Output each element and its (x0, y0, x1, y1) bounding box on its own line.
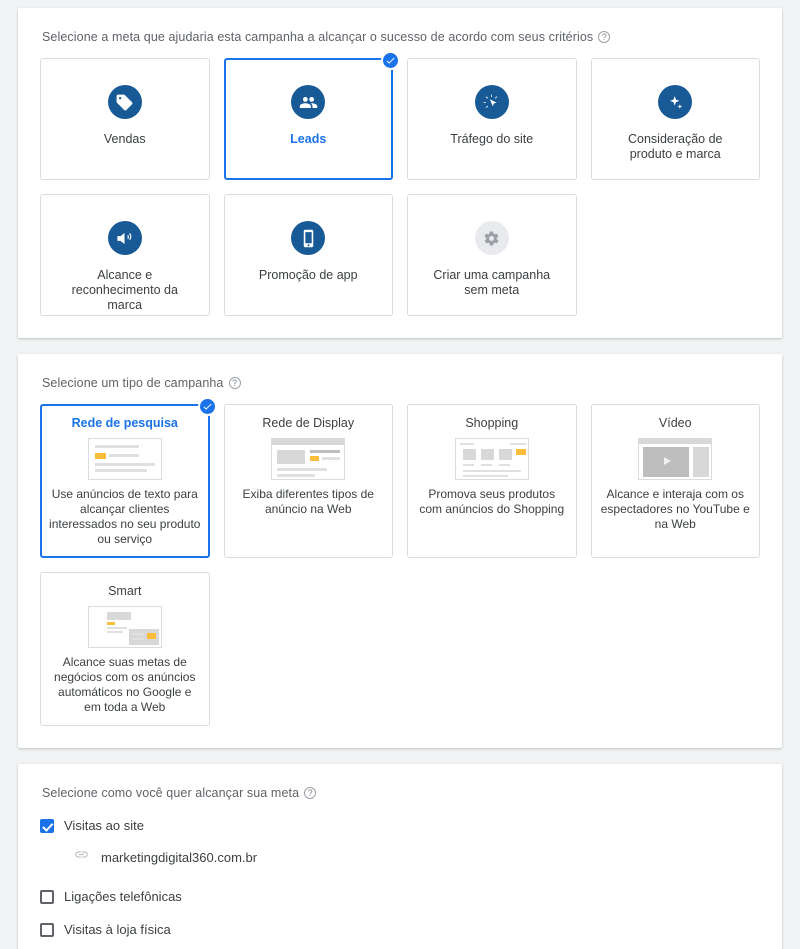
type-card-rede-de-pesquisa[interactable]: Rede de pesquisa Use anúncios de texto p… (40, 397, 217, 558)
type-card-title: Vídeo (658, 416, 692, 430)
app-promotion-mobile-icon (291, 221, 326, 255)
type-card-smart[interactable]: Smart Alcance suas metas de negócios com… (40, 572, 210, 726)
reach-option-group-website: Visitas ao site marketingdigital360.com.… (40, 818, 760, 867)
website-url-row: marketingdigital360.com.br (74, 847, 760, 867)
sales-tag-icon (107, 85, 142, 119)
type-card-title: Rede de pesquisa (71, 416, 178, 430)
goal-card-leads[interactable]: Leads (223, 51, 400, 180)
checkbox-row-visitas-ao-site[interactable]: Visitas ao site (40, 818, 760, 833)
leads-people-icon (291, 85, 326, 119)
campaign-setup-page: Selecione a meta que ajudaria esta campa… (0, 0, 800, 949)
goal-panel: Selecione a meta que ajudaria esta campa… (18, 8, 782, 338)
type-card-description: Use anúncios de texto para alcançar clie… (49, 487, 201, 546)
product-brand-sparkle-icon (658, 85, 693, 119)
no-goal-gear-icon (474, 221, 509, 255)
type-card-description: Promova seus produtos com anúncios do Sh… (419, 487, 565, 516)
goal-section-label: Selecione a meta que ajudaria esta campa… (42, 30, 760, 44)
checkbox-visitas-ao-site[interactable] (40, 818, 54, 833)
goal-card-label: Criar uma campanha sem meta (433, 268, 551, 297)
goal-card-label: Vendas (103, 132, 146, 146)
video-play-thumb (638, 438, 713, 480)
campaign-type-panel: Selecione um tipo de campanha Rede de pe… (18, 354, 782, 748)
type-section-label-text: Selecione um tipo de campanha (42, 376, 224, 390)
selected-check-icon (197, 397, 217, 416)
type-section-label: Selecione um tipo de campanha (42, 376, 760, 390)
goal-card-alcance-e-reconhecimento-da-marca[interactable]: Alcance e reconhecimento da marca (40, 194, 210, 316)
type-card-description: Alcance suas metas de negócios com os an… (54, 655, 196, 714)
type-card-title: Shopping (465, 416, 519, 430)
type-card-description: Exiba diferentes tipos de anúncio na Web (242, 487, 374, 516)
type-card-video[interactable]: Vídeo Alcance e interaja com os espectad… (590, 404, 760, 558)
reach-goal-panel: Selecione como você quer alcançar sua me… (18, 764, 782, 949)
brand-awareness-megaphone-icon (107, 221, 142, 255)
smart-layout-thumb (87, 606, 162, 648)
checkbox-row-ligacoes-telefonicas[interactable]: Ligações telefônicas (40, 889, 760, 904)
link-chain-icon (74, 847, 89, 867)
goal-card-label: Tráfego do site (450, 132, 534, 146)
checkbox-row-visitas-a-loja-fisica[interactable]: Visitas à loja física (40, 922, 760, 937)
selected-check-icon (381, 51, 400, 70)
type-card-shopping[interactable]: Shopping Promova seus produtos com anúnc… (407, 404, 577, 558)
checkbox-visitas-a-loja-fisica[interactable] (40, 922, 54, 937)
goal-card-criar-uma-campanha-sem-meta[interactable]: Criar uma campanha sem meta (407, 194, 577, 316)
checkbox-ligacoes-telefonicas[interactable] (40, 889, 54, 904)
website-url-text: marketingdigital360.com.br (101, 849, 258, 865)
goal-card-vendas[interactable]: Vendas (40, 58, 210, 180)
help-circle-icon[interactable] (228, 377, 241, 389)
checkbox-label: Visitas ao site (64, 818, 144, 833)
help-circle-icon[interactable] (304, 787, 317, 799)
goal-card-label: Leads (290, 132, 327, 146)
goal-card-promocao-de-app[interactable]: Promoção de app (223, 194, 393, 316)
search-results-thumb (87, 438, 162, 480)
checkbox-label: Visitas à loja física (64, 922, 171, 937)
website-traffic-cursor-icon (474, 85, 509, 119)
checkbox-label: Ligações telefônicas (64, 889, 182, 904)
display-banner-thumb (271, 438, 346, 480)
goal-card-label: Promoção de app (258, 268, 358, 282)
reach-section-label: Selecione como você quer alcançar sua me… (42, 786, 760, 800)
goal-card-consideracao-de-produto-e-marca[interactable]: Consideração de produto e marca (590, 58, 760, 180)
goal-card-grid: Vendas Leads Tráfego do site Consideraçã… (40, 51, 760, 316)
type-card-rede-de-display[interactable]: Rede de Display Exiba diferentes tipos d… (223, 404, 393, 558)
reach-section-label-text: Selecione como você quer alcançar sua me… (42, 786, 300, 800)
goal-card-label: Consideração de produto e marca (627, 132, 723, 161)
type-card-title: Smart (108, 584, 142, 598)
shopping-grid-thumb (454, 438, 529, 480)
goal-card-label: Alcance e reconhecimento da marca (71, 268, 178, 312)
goal-card-trafego-do-site[interactable]: Tráfego do site (407, 58, 577, 180)
type-card-description: Alcance e interaja com os espectadores n… (600, 487, 750, 531)
type-card-title: Rede de Display (262, 416, 355, 430)
help-circle-icon[interactable] (598, 31, 611, 43)
campaign-type-grid: Rede de pesquisa Use anúncios de texto p… (40, 397, 760, 726)
goal-section-label-text: Selecione a meta que ajudaria esta campa… (42, 30, 594, 44)
